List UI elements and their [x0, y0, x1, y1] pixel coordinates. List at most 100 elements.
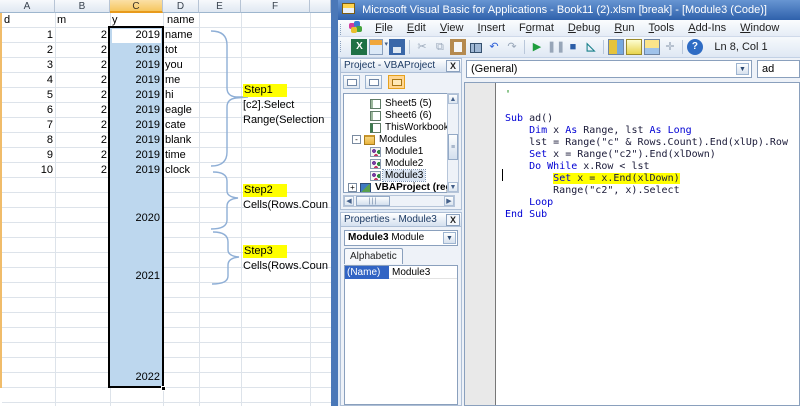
cell[interactable]: 2	[55, 133, 107, 148]
tree-item-vbaproject-registe[interactable]: +VBAProject (registe	[344, 182, 454, 193]
cell[interactable]: 2	[55, 73, 107, 88]
dropdown-caret-icon[interactable]: ▾	[384, 41, 388, 48]
tree-item-module1[interactable]: Module1	[344, 146, 454, 158]
menu-run[interactable]: Run	[607, 20, 641, 37]
view-code-button[interactable]	[343, 75, 360, 89]
cell[interactable]: 2	[55, 148, 107, 163]
tree-item-sheet6-6-[interactable]: Sheet6 (6)	[344, 110, 454, 122]
sheet-row[interactable]: dmyname	[0, 13, 331, 28]
cell[interactable]: 2	[55, 28, 107, 43]
menu-file[interactable]: File	[368, 20, 400, 37]
tree-item-label[interactable]: Sheet5 (5)	[383, 98, 434, 109]
project-panel-title[interactable]: Project - VBAProject X	[341, 59, 461, 73]
cell[interactable]: 9	[2, 148, 53, 163]
tree-item-label[interactable]: Modules	[377, 134, 419, 145]
property-value[interactable]: Module3	[389, 266, 430, 279]
find-icon[interactable]	[468, 39, 484, 55]
sheet-row[interactable]: 1022019clock	[0, 163, 331, 178]
cut-icon[interactable]: ✂	[414, 39, 430, 55]
column-header-F[interactable]: F	[241, 0, 310, 13]
tree-item-sheet5-5-[interactable]: Sheet5 (5)	[344, 98, 454, 110]
menu-window[interactable]: Window	[733, 20, 786, 37]
cell[interactable]: 2	[55, 118, 107, 133]
toolbox-icon[interactable]: ✛	[662, 39, 678, 55]
cell[interactable]: 5	[2, 88, 53, 103]
chevron-down-icon[interactable]: ▼	[736, 63, 749, 75]
code-text[interactable]: 'Sub ad() Dim x As Range, lst As Long ls…	[505, 89, 788, 221]
menu-view[interactable]: View	[433, 20, 471, 37]
sheet-row[interactable]: 122019name	[0, 28, 331, 43]
sheet-row[interactable]: 222019tot	[0, 43, 331, 58]
tree-item-label[interactable]: Module2	[383, 158, 425, 169]
view-excel-icon[interactable]: X	[351, 39, 367, 55]
vscroll-thumb[interactable]: ≡	[448, 134, 458, 160]
cell[interactable]: 2	[2, 43, 53, 58]
property-name[interactable]: (Name)	[345, 266, 389, 279]
tree-item-modules[interactable]: -Modules	[344, 134, 454, 146]
project-tree-vscrollbar[interactable]: ▲ ≡ ▼	[447, 93, 459, 193]
menu-insert[interactable]: Insert	[471, 20, 513, 37]
tree-item-label[interactable]: Module3	[383, 170, 425, 181]
scroll-up-icon[interactable]: ▲	[448, 94, 458, 104]
tree-item-label[interactable]: VBAProject (registe	[373, 182, 455, 193]
scroll-down-icon[interactable]: ▼	[448, 182, 458, 192]
tree-item-label[interactable]: Sheet6 (6)	[383, 110, 434, 121]
scroll-left-icon[interactable]: ◀	[344, 196, 354, 206]
toggle-folders-button[interactable]	[388, 75, 405, 89]
insert-userform-icon[interactable]	[369, 39, 383, 55]
tree-item-module3[interactable]: Module3	[344, 170, 454, 182]
object-browser-icon[interactable]	[644, 39, 660, 55]
cell[interactable]: 4	[2, 73, 53, 88]
menu-edit[interactable]: Edit	[400, 20, 433, 37]
sheet-row[interactable]: 822019blank	[0, 133, 331, 148]
cell[interactable]: me	[165, 73, 225, 88]
column-header-B[interactable]: B	[55, 0, 110, 13]
tab-alphabetic[interactable]: Alphabetic	[344, 248, 403, 264]
copy-icon[interactable]: ⧉	[432, 39, 448, 55]
property-row[interactable]: (Name)Module3	[345, 266, 457, 279]
code-window[interactable]: 'Sub ad() Dim x As Range, lst As Long ls…	[464, 82, 800, 406]
properties-object-combo[interactable]: Module3 Module ▼	[344, 230, 458, 246]
save-icon[interactable]	[389, 39, 405, 55]
cell[interactable]: 2	[55, 103, 107, 118]
procedure-combo[interactable]: ad	[757, 60, 800, 78]
cell[interactable]: tot	[165, 43, 225, 58]
column-header-A[interactable]: A	[0, 0, 55, 13]
cell[interactable]: m	[55, 13, 107, 28]
cell[interactable]: name	[165, 28, 225, 43]
cell[interactable]: clock	[165, 163, 225, 178]
project-explorer-icon[interactable]	[608, 39, 624, 55]
general-combo[interactable]: (General) ▼	[466, 60, 752, 78]
cell[interactable]: name	[165, 13, 225, 28]
cell[interactable]: time	[165, 148, 225, 163]
cell[interactable]: 2	[55, 58, 107, 73]
tree-item-module2[interactable]: Module2	[344, 158, 454, 170]
break-icon[interactable]: ❚❚	[547, 39, 563, 55]
menu-debug[interactable]: Debug	[561, 20, 607, 37]
cell[interactable]: 2	[55, 163, 107, 178]
menu-add-ins[interactable]: Add-Ins	[681, 20, 733, 37]
cell[interactable]: 2	[55, 43, 107, 58]
properties-panel-close-icon[interactable]: X	[446, 214, 460, 226]
redo-icon[interactable]: ↷	[504, 39, 520, 55]
help-icon[interactable]: ?	[687, 39, 703, 55]
properties-window-icon[interactable]	[626, 39, 642, 55]
column-header-D[interactable]: D	[163, 0, 199, 13]
cell[interactable]: hi	[165, 88, 225, 103]
hscroll-thumb[interactable]: |||	[356, 196, 390, 206]
menu-format[interactable]: Format	[512, 20, 561, 37]
tree-item-thisworkbook[interactable]: ThisWorkbook	[344, 122, 454, 134]
cell[interactable]: 7	[2, 118, 53, 133]
reset-icon[interactable]: ■	[565, 39, 581, 55]
cell[interactable]: eagle	[165, 103, 225, 118]
cell[interactable]: 8	[2, 133, 53, 148]
cell[interactable]: d	[2, 13, 53, 28]
project-panel-close-icon[interactable]: X	[446, 60, 460, 72]
paste-icon[interactable]	[450, 39, 466, 55]
fill-handle[interactable]	[161, 386, 166, 391]
cell[interactable]: cate	[165, 118, 225, 133]
cell[interactable]: 10	[2, 163, 53, 178]
tree-item-label[interactable]: ThisWorkbook	[383, 122, 451, 133]
column-header-E[interactable]: E	[199, 0, 241, 13]
cell[interactable]: 2	[55, 88, 107, 103]
